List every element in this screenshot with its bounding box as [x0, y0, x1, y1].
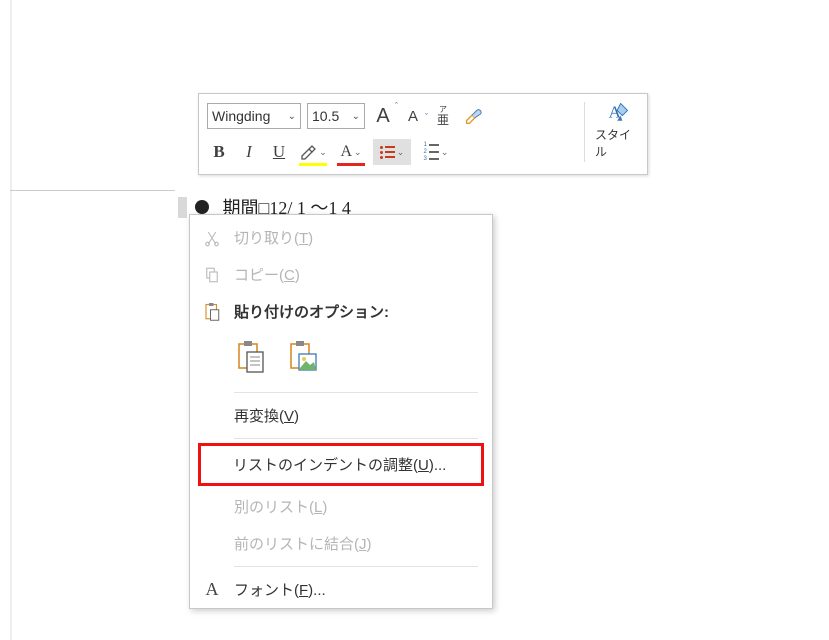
styles-label: スタイル — [595, 126, 641, 160]
mini-toolbar: Wingding ⌄ 10.5 ⌄ A ˆ A ˇ ア 亜 — [198, 93, 648, 175]
menu-adjust-list-indent[interactable]: リストのインデントの調整(U)... — [201, 446, 481, 483]
margin-line — [10, 190, 175, 191]
clipboard-text-icon — [236, 340, 266, 374]
menu-reconvert-label: 再変換(V) — [234, 405, 478, 426]
menu-separator — [234, 438, 478, 439]
chevron-down-icon: ⌄ — [441, 147, 449, 158]
paste-options-row — [190, 330, 492, 388]
menu-separator — [234, 392, 478, 393]
chevron-down-icon: ⌄ — [354, 147, 362, 158]
underline-button[interactable]: U — [267, 139, 291, 165]
font-color-button[interactable]: A ⌄ — [335, 139, 367, 165]
chevron-down-icon: ⌄ — [319, 147, 327, 158]
menu-font[interactable]: A フォント(F)... — [190, 571, 492, 608]
menu-reconvert[interactable]: 再変換(V) — [190, 397, 492, 434]
highlighted-menu-item: リストのインデントの調整(U)... — [198, 443, 484, 486]
menu-cut-label: 切り取り(T) — [234, 227, 478, 248]
caret-up-icon: ˆ — [395, 101, 398, 111]
menu-copy: コピー(C) — [190, 256, 492, 293]
italic-button[interactable]: I — [237, 139, 261, 165]
chevron-down-icon: ⌄ — [352, 111, 360, 122]
menu-paste-label: 貼り付けのオプション: — [234, 301, 478, 322]
menu-other-list-label: 別のリスト(L) — [234, 496, 478, 517]
highlight-color-swatch — [299, 163, 327, 166]
menu-join-prev-label: 前のリストに結合(J) — [234, 533, 478, 554]
paste-picture-button[interactable] — [286, 338, 320, 376]
toolbar-row-2: B I U ⌄ A ⌄ ⌄ 1 2 — [207, 136, 639, 168]
chevron-down-icon: ⌄ — [397, 147, 405, 158]
bold-button[interactable]: B — [207, 139, 231, 165]
ruby-icon: ア 亜 — [437, 106, 449, 126]
bullet-icon — [195, 200, 209, 214]
styles-button[interactable]: A スタイル — [595, 100, 641, 160]
toolbar-row-1: Wingding ⌄ 10.5 ⌄ A ˆ A ˇ ア 亜 — [207, 100, 639, 132]
menu-separator — [234, 566, 478, 567]
font-name-select[interactable]: Wingding ⌄ — [207, 103, 301, 129]
menu-cut: 切り取り(T) — [190, 219, 492, 256]
menu-other-list: 別のリスト(L) — [190, 488, 492, 525]
paintbrush-icon — [462, 105, 484, 127]
menu-copy-label: コピー(C) — [234, 264, 478, 285]
copy-icon — [202, 265, 222, 285]
bullet-list-icon — [380, 146, 395, 159]
toolbar-divider — [584, 102, 585, 162]
chevron-down-icon: ⌄ — [288, 111, 296, 122]
shrink-font-button[interactable]: A ˇ — [401, 103, 425, 129]
menu-adjust-indent-label: リストのインデントの調整(U)... — [233, 454, 467, 475]
shrink-font-label: A — [408, 108, 418, 125]
highlighter-icon — [299, 143, 317, 161]
font-color-a: A — [340, 143, 352, 161]
highlight-color-button[interactable]: ⌄ — [297, 139, 329, 165]
font-color-swatch — [337, 163, 365, 166]
menu-join-previous-list: 前のリストに結合(J) — [190, 525, 492, 562]
numbered-list-icon: 1 2 3 — [424, 142, 439, 162]
clipboard-icon — [202, 302, 222, 322]
clipboard-picture-icon — [288, 340, 318, 374]
page-edge — [10, 0, 12, 640]
caret-down-icon: ˇ — [425, 112, 428, 122]
font-size-value: 10.5 — [312, 108, 339, 124]
menu-paste-options: 貼り付けのオプション: — [190, 293, 492, 330]
font-name-value: Wingding — [212, 108, 270, 124]
phonetic-guide-button[interactable]: ア 亜 — [431, 103, 455, 129]
numbered-list-button[interactable]: 1 2 3 ⌄ — [417, 139, 455, 165]
font-size-select[interactable]: 10.5 ⌄ — [307, 103, 365, 129]
bullet-list-button[interactable]: ⌄ — [373, 139, 411, 165]
grow-font-button[interactable]: A ˆ — [371, 103, 395, 129]
style-brush-icon: A — [603, 100, 633, 126]
format-painter-button[interactable] — [461, 103, 485, 129]
grow-font-label: A — [376, 105, 389, 128]
menu-font-label: フォント(F)... — [234, 579, 478, 600]
context-menu: 切り取り(T) コピー(C) 貼り付けのオプション: — [189, 214, 493, 609]
paste-keep-source-button[interactable] — [234, 338, 268, 376]
font-a-icon: A — [202, 580, 222, 600]
scissors-icon — [202, 228, 222, 248]
